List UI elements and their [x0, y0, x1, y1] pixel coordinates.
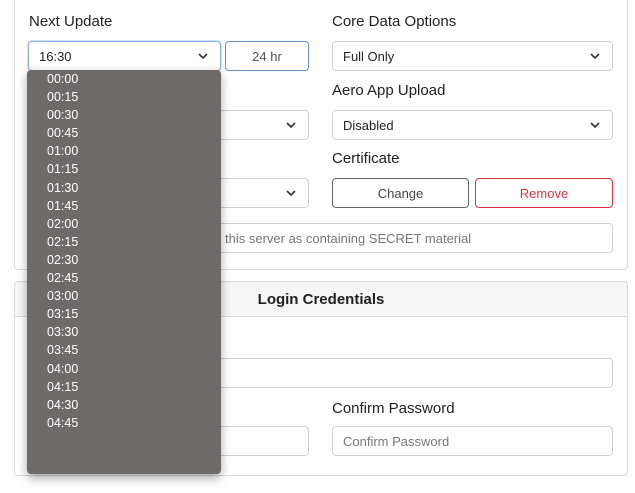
dropdown-option[interactable]: 00:30: [27, 106, 221, 124]
confirm-password-label: Confirm Password: [332, 400, 455, 417]
confirm-password-input[interactable]: Confirm Password: [332, 426, 613, 456]
chevron-down-icon: [286, 190, 296, 197]
dropdown-option[interactable]: 02:30: [27, 251, 221, 269]
confirm-password-placeholder: Confirm Password: [343, 433, 450, 449]
dropdown-option[interactable]: 01:30: [27, 179, 221, 197]
dropdown-option[interactable]: 00:00: [27, 70, 221, 88]
core-data-options-select[interactable]: Full Only: [332, 41, 613, 71]
aero-app-upload-value: Disabled: [343, 117, 394, 133]
remove-certificate-button[interactable]: Remove: [475, 178, 613, 208]
chevron-down-icon: [198, 53, 208, 60]
dropdown-option[interactable]: 04:15: [27, 378, 221, 396]
next-update-label: Next Update: [29, 13, 113, 30]
dropdown-option[interactable]: 03:00: [27, 287, 221, 305]
dropdown-option[interactable]: 02:00: [27, 215, 221, 233]
dropdown-option[interactable]: 00:15: [27, 88, 221, 106]
chevron-down-icon: [590, 53, 600, 60]
dropdown-option[interactable]: 04:30: [27, 396, 221, 414]
time-format-button[interactable]: 24 hr: [225, 41, 309, 71]
core-data-options-value: Full Only: [343, 48, 395, 64]
dropdown-option[interactable]: 01:00: [27, 142, 221, 160]
chevron-down-icon: [590, 122, 600, 129]
dropdown-option[interactable]: 01:15: [27, 160, 221, 178]
next-update-value: 16:30: [39, 48, 72, 64]
next-update-select[interactable]: 16:30: [28, 41, 221, 71]
dropdown-option[interactable]: 02:45: [27, 269, 221, 287]
next-update-dropdown-list[interactable]: 00:00 00:15 00:30 00:45 01:00 01:15 01:30 01:45…: [27, 70, 221, 474]
dropdown-option[interactable]: 03:30: [27, 323, 221, 341]
dropdown-option[interactable]: 00:45: [27, 124, 221, 142]
dropdown-option[interactable]: 02:15: [27, 233, 221, 251]
core-data-options-label: Core Data Options: [332, 13, 457, 30]
dropdown-option[interactable]: 03:15: [27, 305, 221, 323]
aero-app-upload-select[interactable]: Disabled: [332, 110, 613, 140]
chevron-down-icon: [286, 122, 296, 129]
dropdown-option[interactable]: 01:45: [27, 197, 221, 215]
dropdown-option[interactable]: 04:45: [27, 414, 221, 432]
aero-app-upload-label: Aero App Upload: [332, 82, 446, 99]
change-certificate-button[interactable]: Change: [332, 178, 469, 208]
secret-material-label: this server as containing SECRET materia…: [225, 230, 472, 246]
certificate-label: Certificate: [332, 150, 400, 167]
dropdown-option[interactable]: 04:00: [27, 360, 221, 378]
dropdown-option[interactable]: 03:45: [27, 341, 221, 359]
